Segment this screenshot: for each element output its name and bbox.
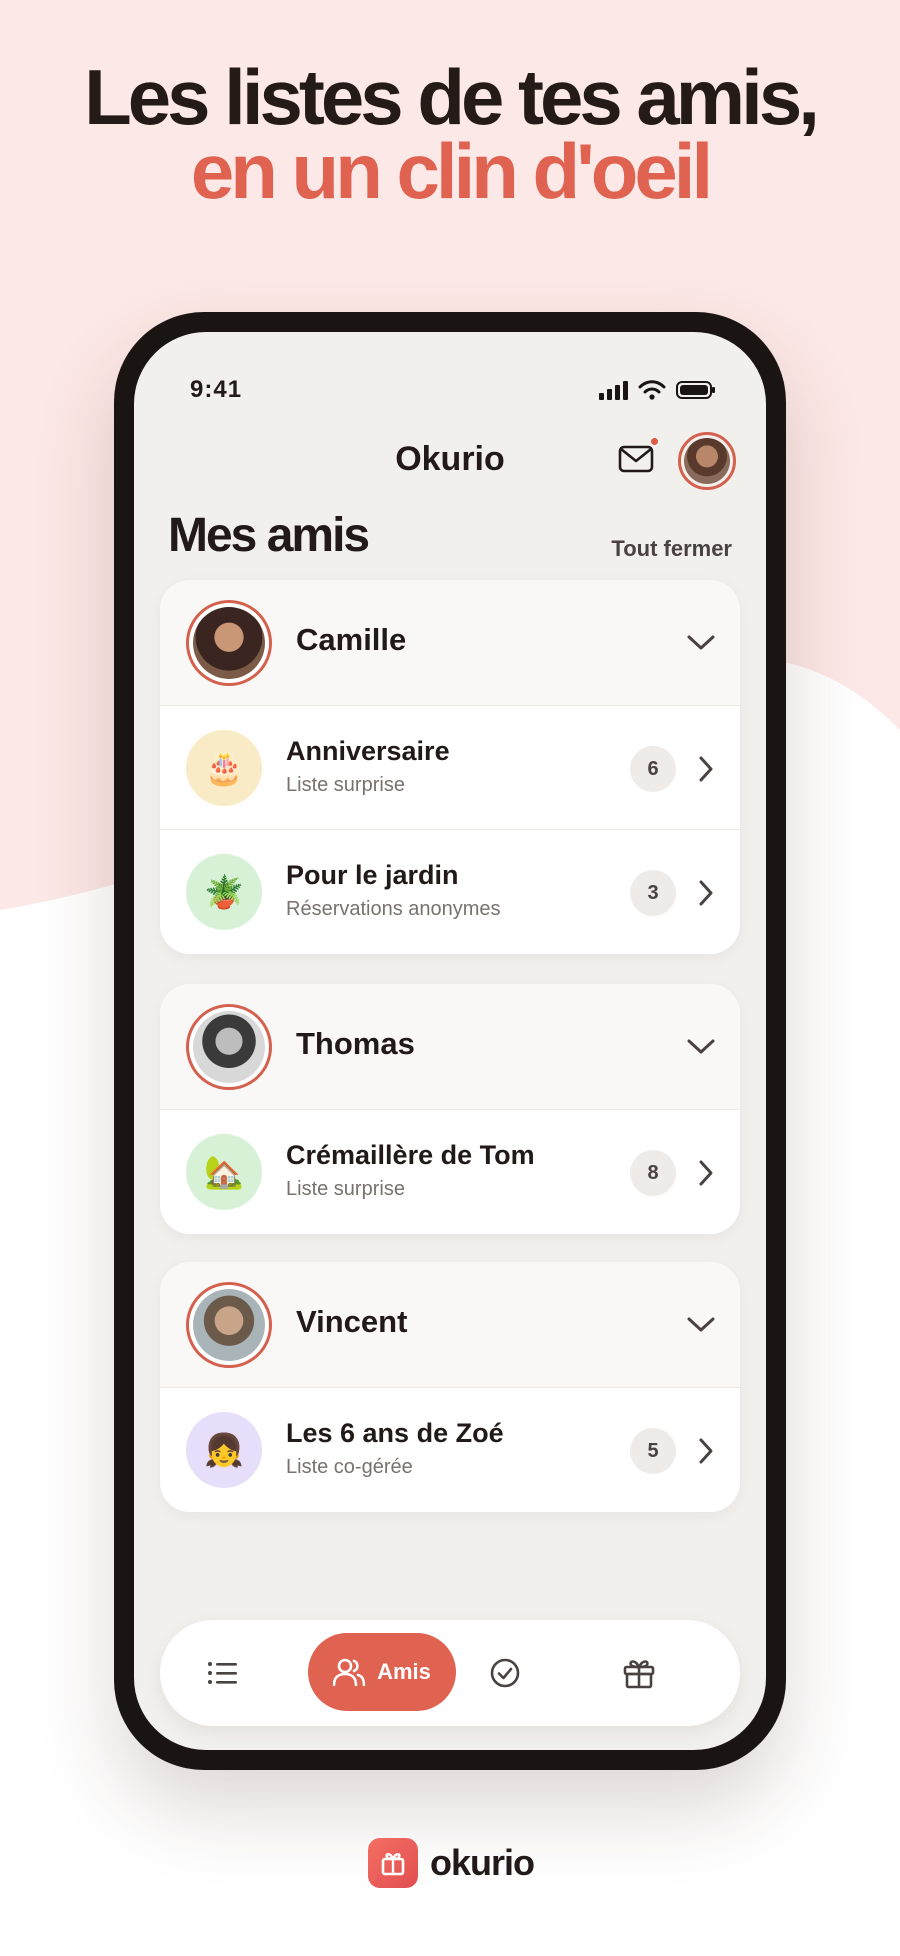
friend-group: Camille 🎂 Anniversaire Liste surprise 6 … — [160, 580, 740, 954]
list-subtitle: Liste surprise — [286, 774, 405, 796]
list-title: Pour le jardin — [286, 860, 459, 890]
tab-reservations[interactable] — [480, 1648, 530, 1698]
friend-group: Thomas 🏡 Crémaillère de Tom Liste surpri… — [160, 984, 740, 1234]
avatar-image — [193, 1289, 265, 1361]
house-icon: 🏡 — [186, 1134, 262, 1210]
cake-icon: 🎂 — [186, 730, 262, 806]
friend-name: Thomas — [296, 1026, 415, 1061]
headline-line2: en un clin d'oeil — [190, 127, 713, 215]
brand-footer: okurio — [368, 1838, 535, 1888]
mail-icon — [618, 445, 654, 473]
chevron-down-icon — [687, 635, 715, 650]
brand-name: okurio — [430, 1842, 535, 1883]
list-subtitle: Liste co-gérée — [286, 1456, 413, 1478]
app-screen: 9:41 Okurio Mes amis Tout fermer Camille… — [134, 332, 766, 1750]
status-icons — [598, 380, 716, 400]
friend-name: Vincent — [296, 1304, 408, 1339]
avatar-image — [684, 438, 730, 484]
list-item[interactable]: 🪴 Pour le jardin Réservations anonymes 3 — [160, 830, 740, 954]
battery-icon — [676, 381, 715, 399]
item-count-badge: 6 — [630, 746, 676, 792]
signal-icon — [599, 381, 628, 400]
app-title: Okurio — [395, 440, 505, 478]
avatar — [186, 1282, 272, 1368]
tab-gifts[interactable] — [614, 1648, 664, 1698]
list-title: Crémaillère de Tom — [286, 1140, 535, 1170]
headline: Les listes de tes amis, en un clin d'oei… — [0, 53, 900, 215]
tab-lists[interactable] — [198, 1648, 248, 1698]
chevron-right-icon — [699, 880, 713, 906]
list-title: Anniversaire — [286, 736, 450, 766]
list-subtitle: Réservations anonymes — [286, 898, 501, 920]
gift-icon — [623, 1660, 655, 1689]
chevron-right-icon — [699, 1438, 713, 1464]
avatar-image — [193, 607, 265, 679]
friend-header[interactable]: Camille — [160, 580, 740, 706]
friend-header[interactable]: Vincent — [160, 1262, 740, 1388]
avatar-image — [193, 1011, 265, 1083]
item-count-badge: 3 — [630, 870, 676, 916]
chevron-down-icon — [687, 1039, 715, 1054]
chevron-down-icon — [687, 1317, 715, 1332]
close-all-button[interactable]: Tout fermer — [611, 536, 732, 562]
plant-icon: 🪴 — [186, 854, 262, 930]
friend-group: Vincent 👧 Les 6 ans de Zoé Liste co-géré… — [160, 1262, 740, 1512]
chevron-right-icon — [699, 756, 713, 782]
mail-button[interactable] — [616, 436, 660, 480]
status-time: 9:41 — [190, 376, 243, 403]
phone-frame: 9:41 Okurio Mes amis Tout fermer Camille… — [114, 312, 786, 1770]
list-icon — [208, 1662, 237, 1684]
tab-friends[interactable]: Amis — [308, 1633, 456, 1711]
page-title: Mes amis — [168, 509, 370, 562]
wifi-icon — [638, 380, 666, 400]
friend-name: Camille — [296, 622, 407, 657]
gift-logo-icon — [368, 1838, 418, 1888]
list-item[interactable]: 👧 Les 6 ans de Zoé Liste co-gérée 5 — [160, 1388, 740, 1512]
avatar — [186, 600, 272, 686]
tab-friends-label: Amis — [377, 1659, 431, 1684]
check-circle-icon — [490, 1658, 520, 1688]
avatar — [186, 1004, 272, 1090]
tab-bar: Amis — [160, 1620, 740, 1726]
list-item[interactable]: 🎂 Anniversaire Liste surprise 6 — [160, 706, 740, 830]
profile-avatar[interactable] — [678, 432, 736, 490]
child-icon: 👧 — [186, 1412, 262, 1488]
friend-header[interactable]: Thomas — [160, 984, 740, 1110]
notification-dot — [649, 436, 660, 447]
chevron-right-icon — [699, 1160, 713, 1186]
headline-line1: Les listes de tes amis, — [84, 53, 820, 141]
item-count-badge: 8 — [630, 1150, 676, 1196]
list-title: Les 6 ans de Zoé — [286, 1418, 504, 1448]
users-icon — [333, 1658, 366, 1686]
list-subtitle: Liste surprise — [286, 1178, 405, 1200]
list-item[interactable]: 🏡 Crémaillère de Tom Liste surprise 8 — [160, 1110, 740, 1234]
item-count-badge: 5 — [630, 1428, 676, 1474]
